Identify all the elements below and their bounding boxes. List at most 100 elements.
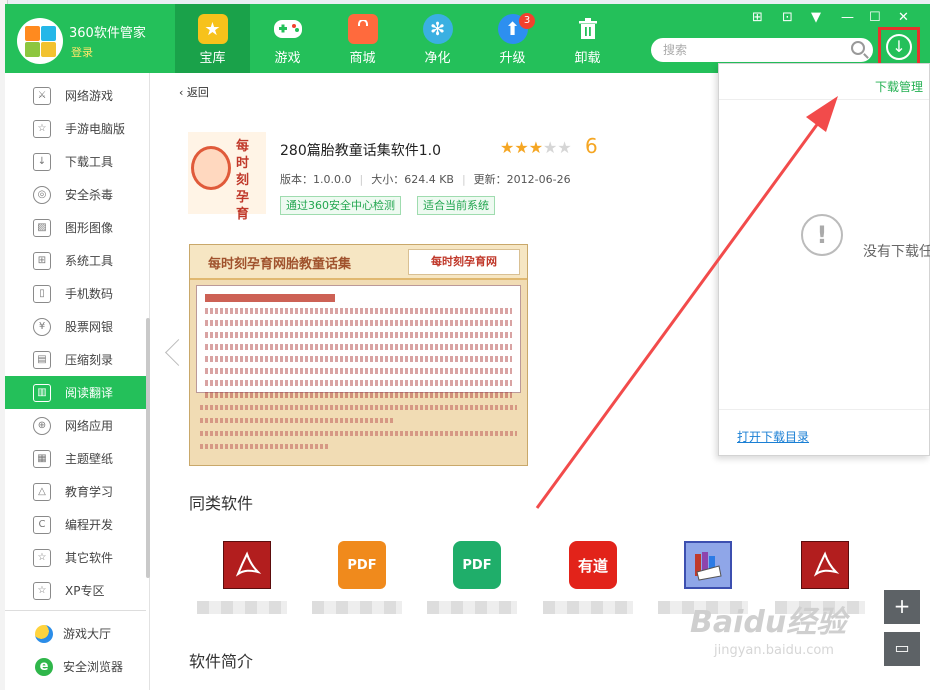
security-check-tag: 通过360安全中心检测 xyxy=(280,196,401,215)
watermark-logo: Baidu经验 xyxy=(690,605,847,640)
login-link[interactable]: 登录 xyxy=(71,44,93,60)
sidebar-item-finance[interactable]: ¥ 股票网银 xyxy=(5,310,146,343)
back-link[interactable]: ‹ 返回 xyxy=(179,84,209,100)
empty-download-text: 没有下载任 xyxy=(863,244,930,260)
tab-games[interactable]: 游戏 xyxy=(250,4,325,73)
sidebar-item-mobile-digital[interactable]: ▯ 手机数码 xyxy=(5,277,146,310)
sidebar-item-xp[interactable]: ☆ XP专区 xyxy=(5,574,146,607)
version-label: 版本：1.0.0.0 xyxy=(280,173,352,186)
sidebar-item-education[interactable]: △ 教育学习 xyxy=(5,475,146,508)
rating-stars: ★★★★★ xyxy=(500,138,572,157)
sidebar-item-network[interactable]: ⊕ 网络应用 xyxy=(5,409,146,442)
sidebar-item-mobile-games[interactable]: ☆ 手游电脑版 xyxy=(5,112,146,145)
dictionary-icon xyxy=(684,541,732,589)
acrobat-icon xyxy=(223,541,271,589)
size-label: 大小：624.4 KB xyxy=(371,173,454,186)
sidebar-item-reading[interactable]: ▥ 阅读翻译 xyxy=(5,376,146,409)
tab-label: 卸载 xyxy=(574,51,601,66)
add-plus-button[interactable]: + xyxy=(884,590,920,624)
sidebar-item-label: 主题壁纸 xyxy=(65,452,114,466)
skin-icon[interactable]: ⊞ xyxy=(752,10,763,25)
download-icon: ↓ xyxy=(33,152,51,171)
search-input[interactable]: 搜索 xyxy=(651,38,873,62)
tab-label: 净化 xyxy=(424,51,451,66)
yen-icon: ¥ xyxy=(33,317,51,336)
sidebar-item-security[interactable]: ◎ 安全杀毒 xyxy=(5,178,146,211)
app-logo-text: 每时刻孕育 xyxy=(236,139,250,222)
screenshot-text-area xyxy=(196,285,521,398)
sidebar-item-online-games[interactable]: ⚔ 网络游戏 xyxy=(5,79,146,112)
tab-store[interactable]: 商城 xyxy=(325,4,400,73)
rating-score: 6 xyxy=(585,134,598,158)
sidebar-item-themes[interactable]: ▦ 主题壁纸 xyxy=(5,442,146,475)
compatible-tag: 适合当前系统 xyxy=(417,196,495,215)
sidebar-item-label: 系统工具 xyxy=(65,254,114,268)
globe-icon: ⊕ xyxy=(33,416,51,435)
search-icon[interactable] xyxy=(851,41,865,55)
gamepad-icon xyxy=(273,14,303,44)
sidebar-item-label: 安全杀毒 xyxy=(65,188,114,202)
sidebar-app-browser[interactable]: e 安全浏览器 xyxy=(5,650,146,683)
sidebar-app-label: 安全浏览器 xyxy=(63,660,124,674)
brand-name: 360软件管家 xyxy=(69,26,146,41)
wallpaper-icon: ▦ xyxy=(33,449,51,468)
sidebar-item-other[interactable]: ☆ 其它软件 xyxy=(5,541,146,574)
popup-divider xyxy=(719,409,929,410)
sidebar-item-label: 下载工具 xyxy=(65,155,114,169)
graduation-cap-icon: △ xyxy=(33,482,51,501)
open-download-folder-link[interactable]: 打开下载目录 xyxy=(737,428,809,445)
watermark-url: jingyan.baidu.com xyxy=(714,643,834,658)
feedback-chat-button[interactable]: ▭ xyxy=(884,632,920,666)
apps-grid-icon[interactable]: ⊡ xyxy=(782,10,793,25)
sidebar-item-label: 图形图像 xyxy=(65,221,114,235)
sidebar-item-label: XP专区 xyxy=(65,584,105,598)
sidebar-item-label: 阅读翻译 xyxy=(65,386,114,400)
screenshot-prev-arrow[interactable] xyxy=(165,335,179,375)
popup-title[interactable]: 下载管理 xyxy=(875,78,923,95)
grid-icon: ⊞ xyxy=(33,251,51,270)
download-arrow-icon: ↓ xyxy=(886,33,912,60)
menu-dropdown-icon[interactable]: ▼ xyxy=(811,10,821,25)
sidebar-item-label: 股票网银 xyxy=(65,320,114,334)
app-screenshot[interactable]: 每时刻孕育网胎教童话集 每时刻孕育网 xyxy=(189,244,528,466)
trash-icon xyxy=(573,14,603,44)
sidebar-item-compression[interactable]: ▤ 压缩刻录 xyxy=(5,343,146,376)
fan-icon: ✻ xyxy=(422,14,453,44)
minimize-icon[interactable]: — xyxy=(841,10,854,25)
maximize-icon[interactable]: ☐ xyxy=(869,10,881,25)
close-icon[interactable]: ✕ xyxy=(898,10,909,25)
tab-upgrade[interactable]: ⬆ 3 升级 xyxy=(475,4,550,73)
similar-app-2[interactable]: PDF xyxy=(312,541,412,616)
tab-label: 升级 xyxy=(499,51,526,66)
sidebar-item-label: 网络游戏 xyxy=(65,89,114,103)
sidebar-item-system-tools[interactable]: ⊞ 系统工具 xyxy=(5,244,146,277)
sidebar-item-download-tools[interactable]: ↓ 下载工具 xyxy=(5,145,146,178)
similar-app-4[interactable]: 有道 xyxy=(543,541,643,616)
app-title: 280篇胎教童话集软件1.0 xyxy=(280,143,441,159)
shield-icon: ◎ xyxy=(33,185,51,204)
acrobat-icon xyxy=(801,541,849,589)
sidebar-item-label: 编程开发 xyxy=(65,518,114,532)
foxit-pdf-icon: PDF xyxy=(338,541,386,589)
sidebar-item-label: 其它软件 xyxy=(65,551,114,565)
shopping-bag-icon xyxy=(347,14,378,44)
sidebar-item-label: 手游电脑版 xyxy=(65,122,126,136)
sidebar-scrollbar[interactable] xyxy=(146,318,150,578)
similar-app-3[interactable]: PDF xyxy=(427,541,527,616)
tab-baoku[interactable]: ★ 宝库 xyxy=(175,4,250,73)
tab-uninstall[interactable]: 卸载 xyxy=(550,4,625,73)
popup-header: 下载管理 xyxy=(719,64,929,100)
sidebar-item-programming[interactable]: C 编程开发 xyxy=(5,508,146,541)
sidebar-item-graphics[interactable]: ▨ 图形图像 xyxy=(5,211,146,244)
screenshot-header: 每时刻孕育网胎教童话集 每时刻孕育网 xyxy=(190,245,527,280)
download-manager-button[interactable]: ↓ xyxy=(878,27,920,66)
app-meta: 版本：1.0.0.0 | 大小：624.4 KB | 更新：2012-06-26 xyxy=(280,173,571,186)
app-logo-icon[interactable] xyxy=(17,18,63,64)
search-placeholder: 搜索 xyxy=(663,43,688,57)
sidebar-item-label: 压缩刻录 xyxy=(65,353,114,367)
similar-app-name xyxy=(543,601,633,614)
code-icon: C xyxy=(33,515,51,534)
sidebar-app-game-hall[interactable]: 游戏大厅 xyxy=(5,617,146,650)
tab-clean[interactable]: ✻ 净化 xyxy=(400,4,475,73)
similar-app-1[interactable] xyxy=(197,541,297,616)
